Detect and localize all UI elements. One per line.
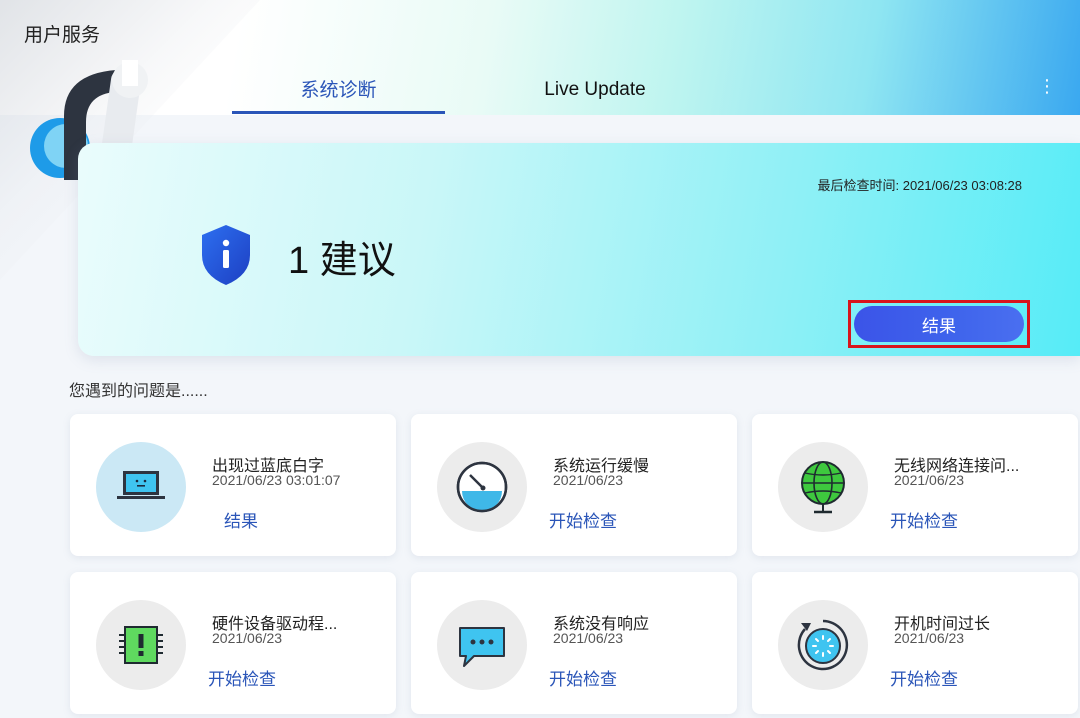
card-date: 2021/06/23 03:01:07: [212, 472, 341, 488]
problem-card-bluescreen[interactable]: 出现过蓝底白字 2021/06/23 03:01:07 结果: [70, 414, 396, 556]
chat-bubble-icon: [459, 627, 505, 667]
card-date: 2021/06/23: [212, 630, 283, 646]
icon-container: [96, 442, 186, 532]
icon-container: [778, 442, 868, 532]
more-vertical-icon[interactable]: ⋮: [1038, 76, 1056, 97]
suggestion-count: 1 建议: [288, 240, 396, 282]
problem-card-not-responding[interactable]: 系统没有响应 2021/06/23 开始检查: [411, 572, 737, 714]
problem-card-slow-system[interactable]: 系统运行缓慢 2021/06/23 开始检查: [411, 414, 737, 556]
info-shield-icon: [202, 225, 250, 285]
tab-live-update[interactable]: Live Update: [445, 66, 745, 114]
boot-timer-icon: [797, 619, 849, 671]
icon-container: [437, 442, 527, 532]
last-check-label: 最后检查时间:: [817, 178, 900, 193]
speedometer-icon: [456, 461, 508, 513]
icon-container: [778, 600, 868, 690]
problem-card-slow-boot[interactable]: 开机时间过长 2021/06/23 开始检查: [752, 572, 1078, 714]
card-result-link[interactable]: 结果: [224, 507, 258, 532]
result-button[interactable]: 结果: [854, 306, 1024, 342]
card-start-check-link[interactable]: 开始检查: [549, 507, 617, 532]
problem-card-wireless[interactable]: 无线网络连接问... 2021/06/23 开始检查: [752, 414, 1078, 556]
card-date: 2021/06/23: [553, 472, 624, 488]
card-date: 2021/06/23: [894, 472, 965, 488]
icon-container: [96, 600, 186, 690]
last-check-time: 最后检查时间: 2021/06/23 03:08:28: [817, 175, 1022, 194]
last-check-value: 2021/06/23 03:08:28: [902, 178, 1022, 193]
card-start-check-link[interactable]: 开始检查: [549, 665, 617, 690]
card-date: 2021/06/23: [894, 630, 965, 646]
globe-network-icon: [801, 461, 845, 514]
card-date: 2021/06/23: [553, 630, 624, 646]
card-start-check-link[interactable]: 开始检查: [890, 665, 958, 690]
tab-system-diagnosis[interactable]: 系统诊断: [232, 66, 445, 114]
problems-heading: 您遇到的问题是......: [69, 383, 208, 400]
icon-container: [437, 600, 527, 690]
result-button-highlight: 结果: [848, 300, 1030, 348]
card-start-check-link[interactable]: 开始检查: [208, 665, 276, 690]
diagnosis-summary-banner: 最后检查时间: 2021/06/23 03:08:28 1 建议 结果: [78, 143, 1080, 356]
app-title: 用户服务: [24, 25, 101, 46]
card-start-check-link[interactable]: 开始检查: [890, 507, 958, 532]
chip-warning-icon: [119, 626, 163, 664]
problem-card-driver[interactable]: 硬件设备驱动程... 2021/06/23 开始检查: [70, 572, 396, 714]
tab-bar: 系统诊断 Live Update: [232, 66, 745, 116]
laptop-bluescreen-icon: [117, 471, 165, 499]
